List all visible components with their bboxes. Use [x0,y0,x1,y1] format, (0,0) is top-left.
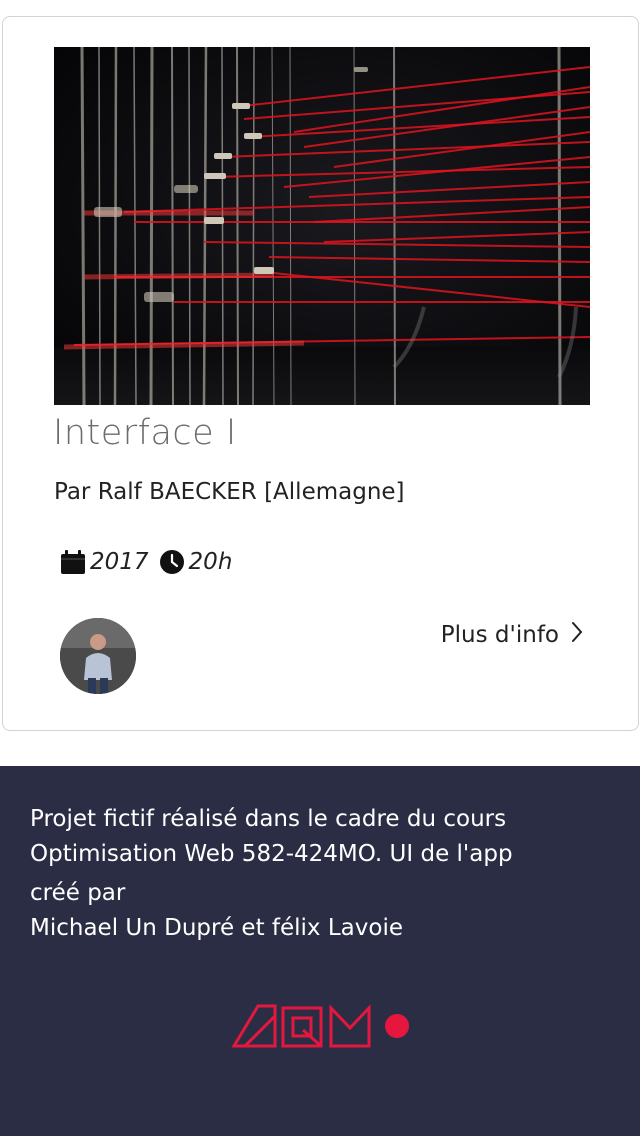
event-time: 20h [188,549,233,575]
aqm-logo[interactable] [231,1002,413,1054]
clock-icon [159,549,185,575]
event-title: Interface I [53,413,237,453]
footer-line: Michael Un Dupré et félix Lavoie [30,915,403,941]
event-year: 2017 [90,549,149,575]
footer-line: Optimisation Web 582-424MO. UI de l'app [30,841,513,867]
more-info-link[interactable]: Plus d'info [441,621,583,649]
event-artist: Par Ralf BAECKER [Allemagne] [54,479,405,505]
more-info-label: Plus d'info [440,622,559,648]
artist-avatar[interactable] [60,618,136,694]
footer-line: créé par [30,880,126,906]
artwork-illustration [54,47,590,405]
site-footer: Projet fictif réalisé dans le cadre du c… [0,766,640,1136]
event-image[interactable] [54,47,590,405]
footer-line: Projet fictif réalisé dans le cadre du c… [30,806,507,832]
chevron-right-icon [571,621,583,649]
event-meta: 2017 20h [60,549,232,575]
event-card: Interface I Par Ralf BAECKER [Allemagne]… [2,16,639,731]
calendar-icon [60,549,86,575]
footer-text: Projet fictif réalisé dans le cadre du c… [30,802,620,946]
